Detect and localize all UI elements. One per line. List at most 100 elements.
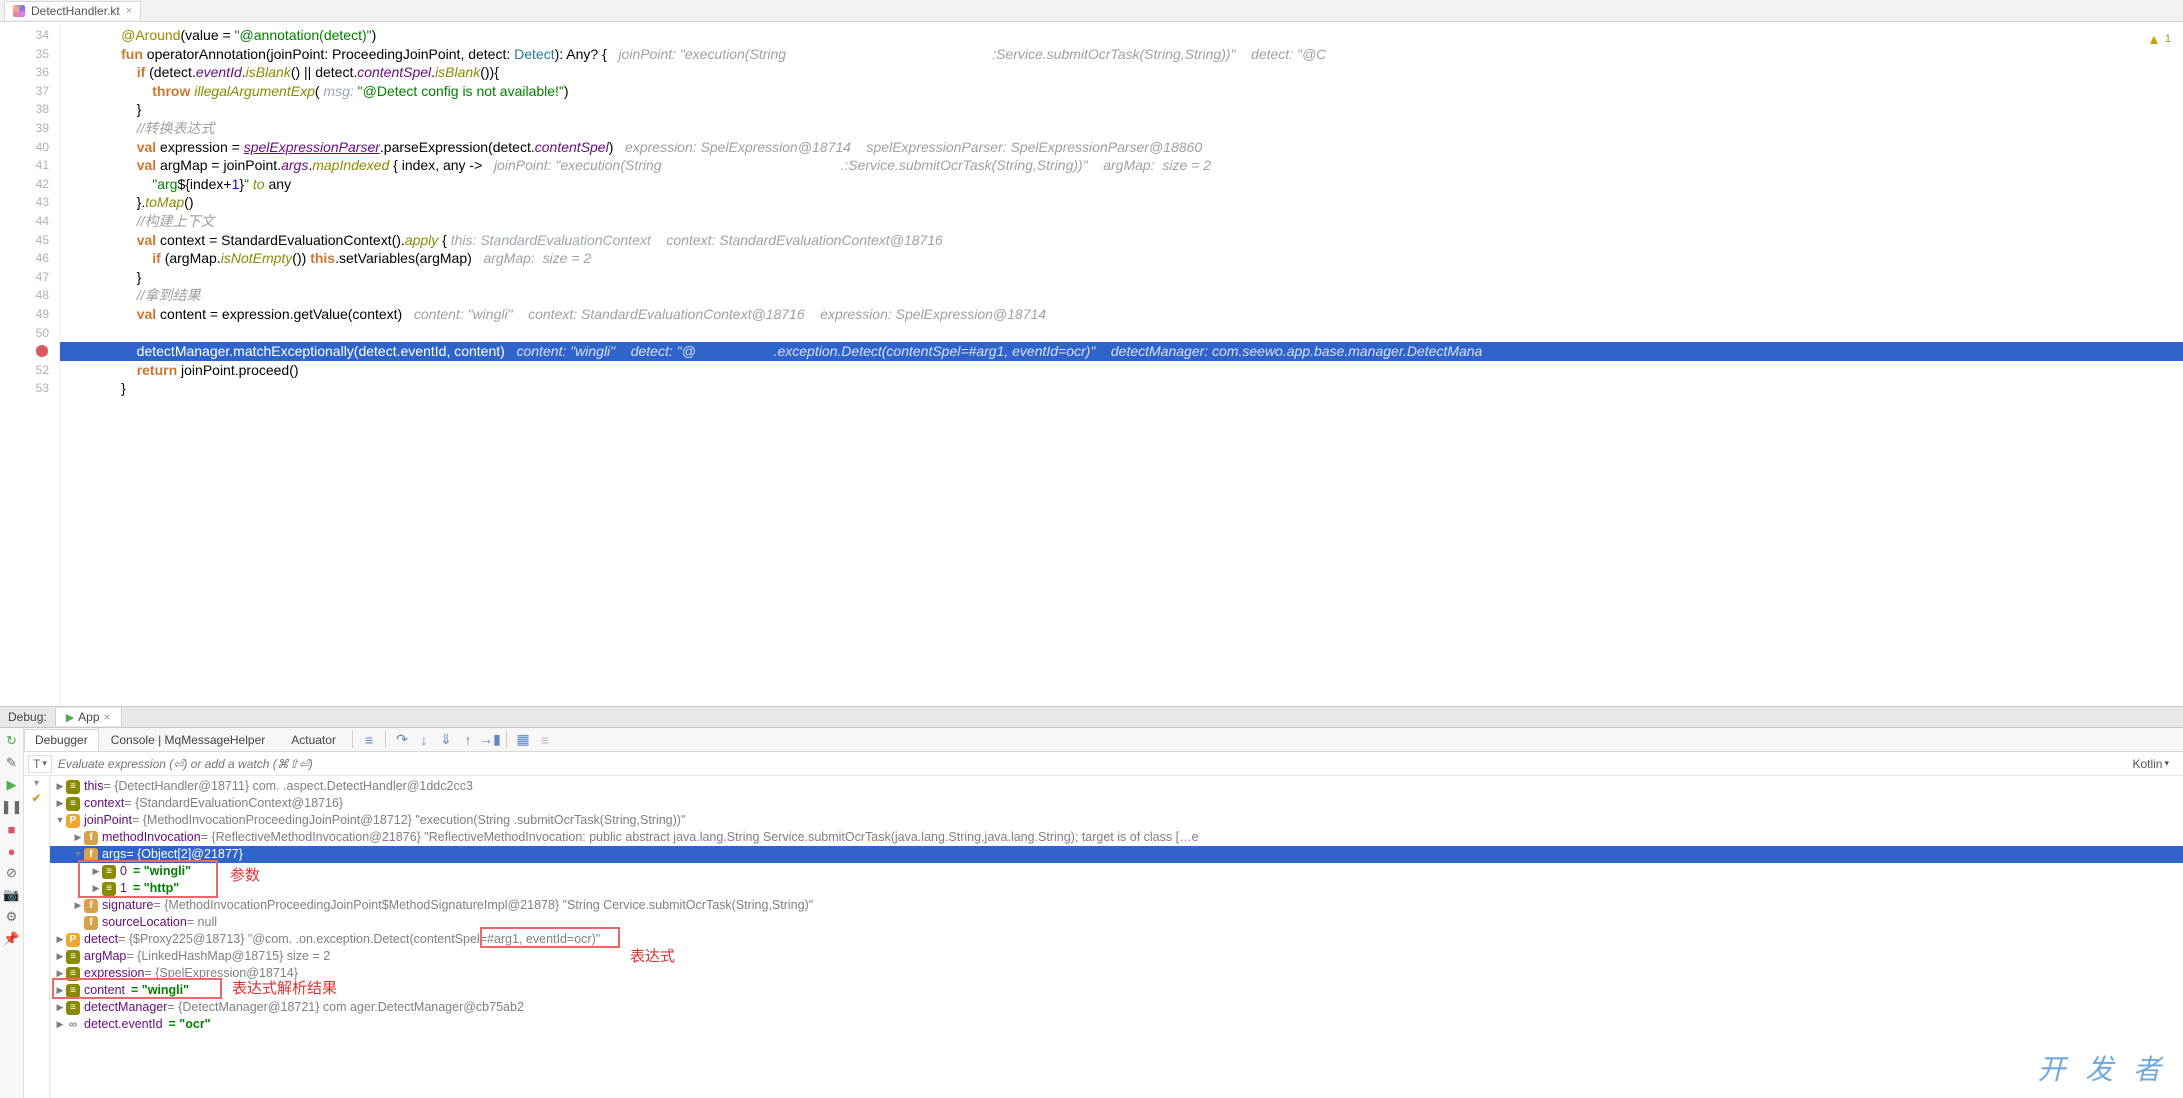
close-icon[interactable]: × (104, 710, 111, 724)
expand-toggle[interactable]: ▼ (54, 812, 66, 829)
expand-toggle[interactable]: ▼ (72, 846, 84, 863)
gutter-line[interactable]: 43 (0, 193, 49, 212)
gutter-line[interactable]: 39 (0, 119, 49, 138)
gutter-line[interactable]: 52 (0, 361, 49, 380)
run-config-tab[interactable]: ▶ App × (55, 708, 122, 726)
code-line[interactable]: //拿到结果 (60, 286, 2183, 305)
variable-row[interactable]: ▶fsignature = {MethodInvocationProceedin… (50, 897, 2183, 914)
evaluate-expression-input[interactable] (58, 757, 2127, 771)
thread-selector[interactable]: T ▾ (28, 755, 52, 773)
chevron-down-icon[interactable]: ▾ (34, 778, 39, 789)
code-editor[interactable]: 3435363738394041424344454647484950515253… (0, 22, 2183, 706)
file-tab[interactable]: DetectHandler.kt × (4, 1, 141, 20)
code-line[interactable]: if (argMap.isNotEmpty()) this.setVariabl… (60, 249, 2183, 268)
step-over-icon[interactable]: ↷ (392, 730, 412, 750)
variable-row[interactable]: ▼PjoinPoint = {MethodInvocationProceedin… (50, 812, 2183, 829)
expand-toggle[interactable]: ▶ (54, 999, 66, 1016)
gutter-line[interactable]: 41 (0, 156, 49, 175)
pause-button[interactable]: ❚❚ (3, 798, 21, 816)
gutter-line[interactable]: 45 (0, 231, 49, 250)
variable-row[interactable]: ▼fargs = {Object[2]@21877} (50, 846, 2183, 863)
gutter-line[interactable]: 35 (0, 45, 49, 64)
expand-toggle[interactable]: ▶ (90, 880, 102, 897)
run-to-cursor-icon[interactable]: →▮ (480, 730, 500, 750)
variable-row[interactable]: ▶fmethodInvocation = {ReflectiveMethodIn… (50, 829, 2183, 846)
gutter-line[interactable]: 37 (0, 82, 49, 101)
expand-toggle[interactable]: ▶ (54, 795, 66, 812)
step-into-icon[interactable]: ↓ (414, 730, 434, 750)
variable-row[interactable]: ▶≡argMap = {LinkedHashMap@18715} size = … (50, 948, 2183, 965)
variable-row[interactable]: ▶≡content = "wingli" (50, 982, 2183, 999)
code-line[interactable]: } (60, 379, 2183, 398)
layout-icon[interactable]: ≡ (359, 730, 379, 750)
code-line[interactable] (60, 324, 2183, 343)
code-line[interactable]: //构建上下文 (60, 212, 2183, 231)
force-step-into-icon[interactable]: ⇓ (436, 730, 456, 750)
code-line[interactable]: } (60, 100, 2183, 119)
thread-dump-button[interactable]: 📷 (3, 886, 21, 904)
expand-toggle[interactable]: ▶ (72, 897, 84, 914)
code-line[interactable]: "arg${index+1}" to any (60, 175, 2183, 194)
tab-console[interactable]: Console | MqMessageHelper (101, 730, 276, 750)
resume-button[interactable]: ▶ (3, 776, 21, 794)
code-line[interactable]: throw illegalArgumentExp( msg: "@Detect … (60, 82, 2183, 101)
code-line[interactable]: val expression = spelExpressionParser.pa… (60, 138, 2183, 157)
stop-button[interactable]: ■ (3, 820, 21, 838)
variable-row[interactable]: ▶∞detect.eventId = "ocr" (50, 1016, 2183, 1033)
expand-toggle[interactable]: ▶ (90, 863, 102, 880)
more-icon[interactable]: ≡ (535, 730, 555, 750)
tab-actuator[interactable]: Actuator (277, 730, 346, 750)
code-line[interactable]: } (60, 268, 2183, 287)
gutter-line[interactable]: 40 (0, 138, 49, 157)
gutter-line[interactable]: 53 (0, 379, 49, 398)
gutter-line[interactable]: 48 (0, 286, 49, 305)
tab-debugger[interactable]: Debugger (24, 729, 99, 751)
code-line[interactable]: }.toMap() (60, 193, 2183, 212)
variables-tree[interactable]: ▶≡this = {DetectHandler@18711} com. .asp… (50, 776, 2183, 1098)
variable-row[interactable]: ▶≡1 = "http" (50, 880, 2183, 897)
settings-button[interactable]: ⚙ (3, 908, 21, 926)
code-area[interactable]: @Around(value = "@annotation(detect)") f… (60, 22, 2183, 706)
code-line[interactable]: fun operatorAnnotation(joinPoint: Procee… (60, 45, 2183, 64)
variable-row[interactable]: ▶≡expression = {SpelExpression@18714} (50, 965, 2183, 982)
language-selector[interactable]: Kotlin ▾ (2132, 757, 2179, 771)
evaluate-icon[interactable]: ▦ (513, 730, 533, 750)
expand-toggle[interactable]: ▶ (54, 965, 66, 982)
code-line[interactable]: detectManager.matchExceptionally(detect.… (60, 342, 2183, 361)
expand-toggle[interactable]: ▶ (54, 1016, 66, 1033)
gutter-line[interactable]: 36 (0, 63, 49, 82)
variable-row[interactable]: ▶Pdetect = {$Proxy225@18713} "@com. .on.… (50, 931, 2183, 948)
expand-toggle[interactable]: ▶ (54, 778, 66, 795)
code-line[interactable]: val argMap = joinPoint.args.mapIndexed {… (60, 156, 2183, 175)
expand-toggle[interactable]: ▶ (54, 948, 66, 965)
gutter-line[interactable]: 46 (0, 249, 49, 268)
variable-row[interactable]: ▶≡this = {DetectHandler@18711} com. .asp… (50, 778, 2183, 795)
modify-run-button[interactable]: ✎ (3, 754, 21, 772)
code-line[interactable]: if (detect.eventId.isBlank() || detect.c… (60, 63, 2183, 82)
expand-toggle[interactable]: ▶ (54, 931, 66, 948)
mute-breakpoints-button[interactable]: ⊘ (3, 864, 21, 882)
gutter-line[interactable]: 38 (0, 100, 49, 119)
gutter-line[interactable]: 49 (0, 305, 49, 324)
variable-row[interactable]: ▶≡0 = "wingli" (50, 863, 2183, 880)
gutter-line[interactable]: 47 (0, 268, 49, 287)
inspection-warning-badge[interactable]: ▲ 1 (2147, 30, 2171, 49)
code-line[interactable]: @Around(value = "@annotation(detect)") (60, 26, 2183, 45)
close-icon[interactable]: × (126, 5, 132, 17)
code-line[interactable]: return joinPoint.proceed() (60, 361, 2183, 380)
gutter-line[interactable]: 34 (0, 26, 49, 45)
pin-button[interactable]: 📌 (3, 930, 21, 948)
step-out-icon[interactable]: ↑ (458, 730, 478, 750)
gutter-line[interactable]: 50 (0, 324, 49, 343)
gutter-line[interactable]: 42 (0, 175, 49, 194)
breakpoints-button[interactable]: ● (3, 842, 21, 860)
code-line[interactable]: //转换表达式 (60, 119, 2183, 138)
code-line[interactable]: val context = StandardEvaluationContext(… (60, 231, 2183, 250)
code-line[interactable]: val content = expression.getValue(contex… (60, 305, 2183, 324)
expand-toggle[interactable]: ▶ (72, 829, 84, 846)
expand-toggle[interactable]: ▶ (54, 982, 66, 999)
gutter-line[interactable]: 44 (0, 212, 49, 231)
variable-row[interactable]: ▶≡detectManager = {DetectManager@18721} … (50, 999, 2183, 1016)
rerun-button[interactable]: ↻ (3, 732, 21, 750)
variable-row[interactable]: fsourceLocation = null (50, 914, 2183, 931)
